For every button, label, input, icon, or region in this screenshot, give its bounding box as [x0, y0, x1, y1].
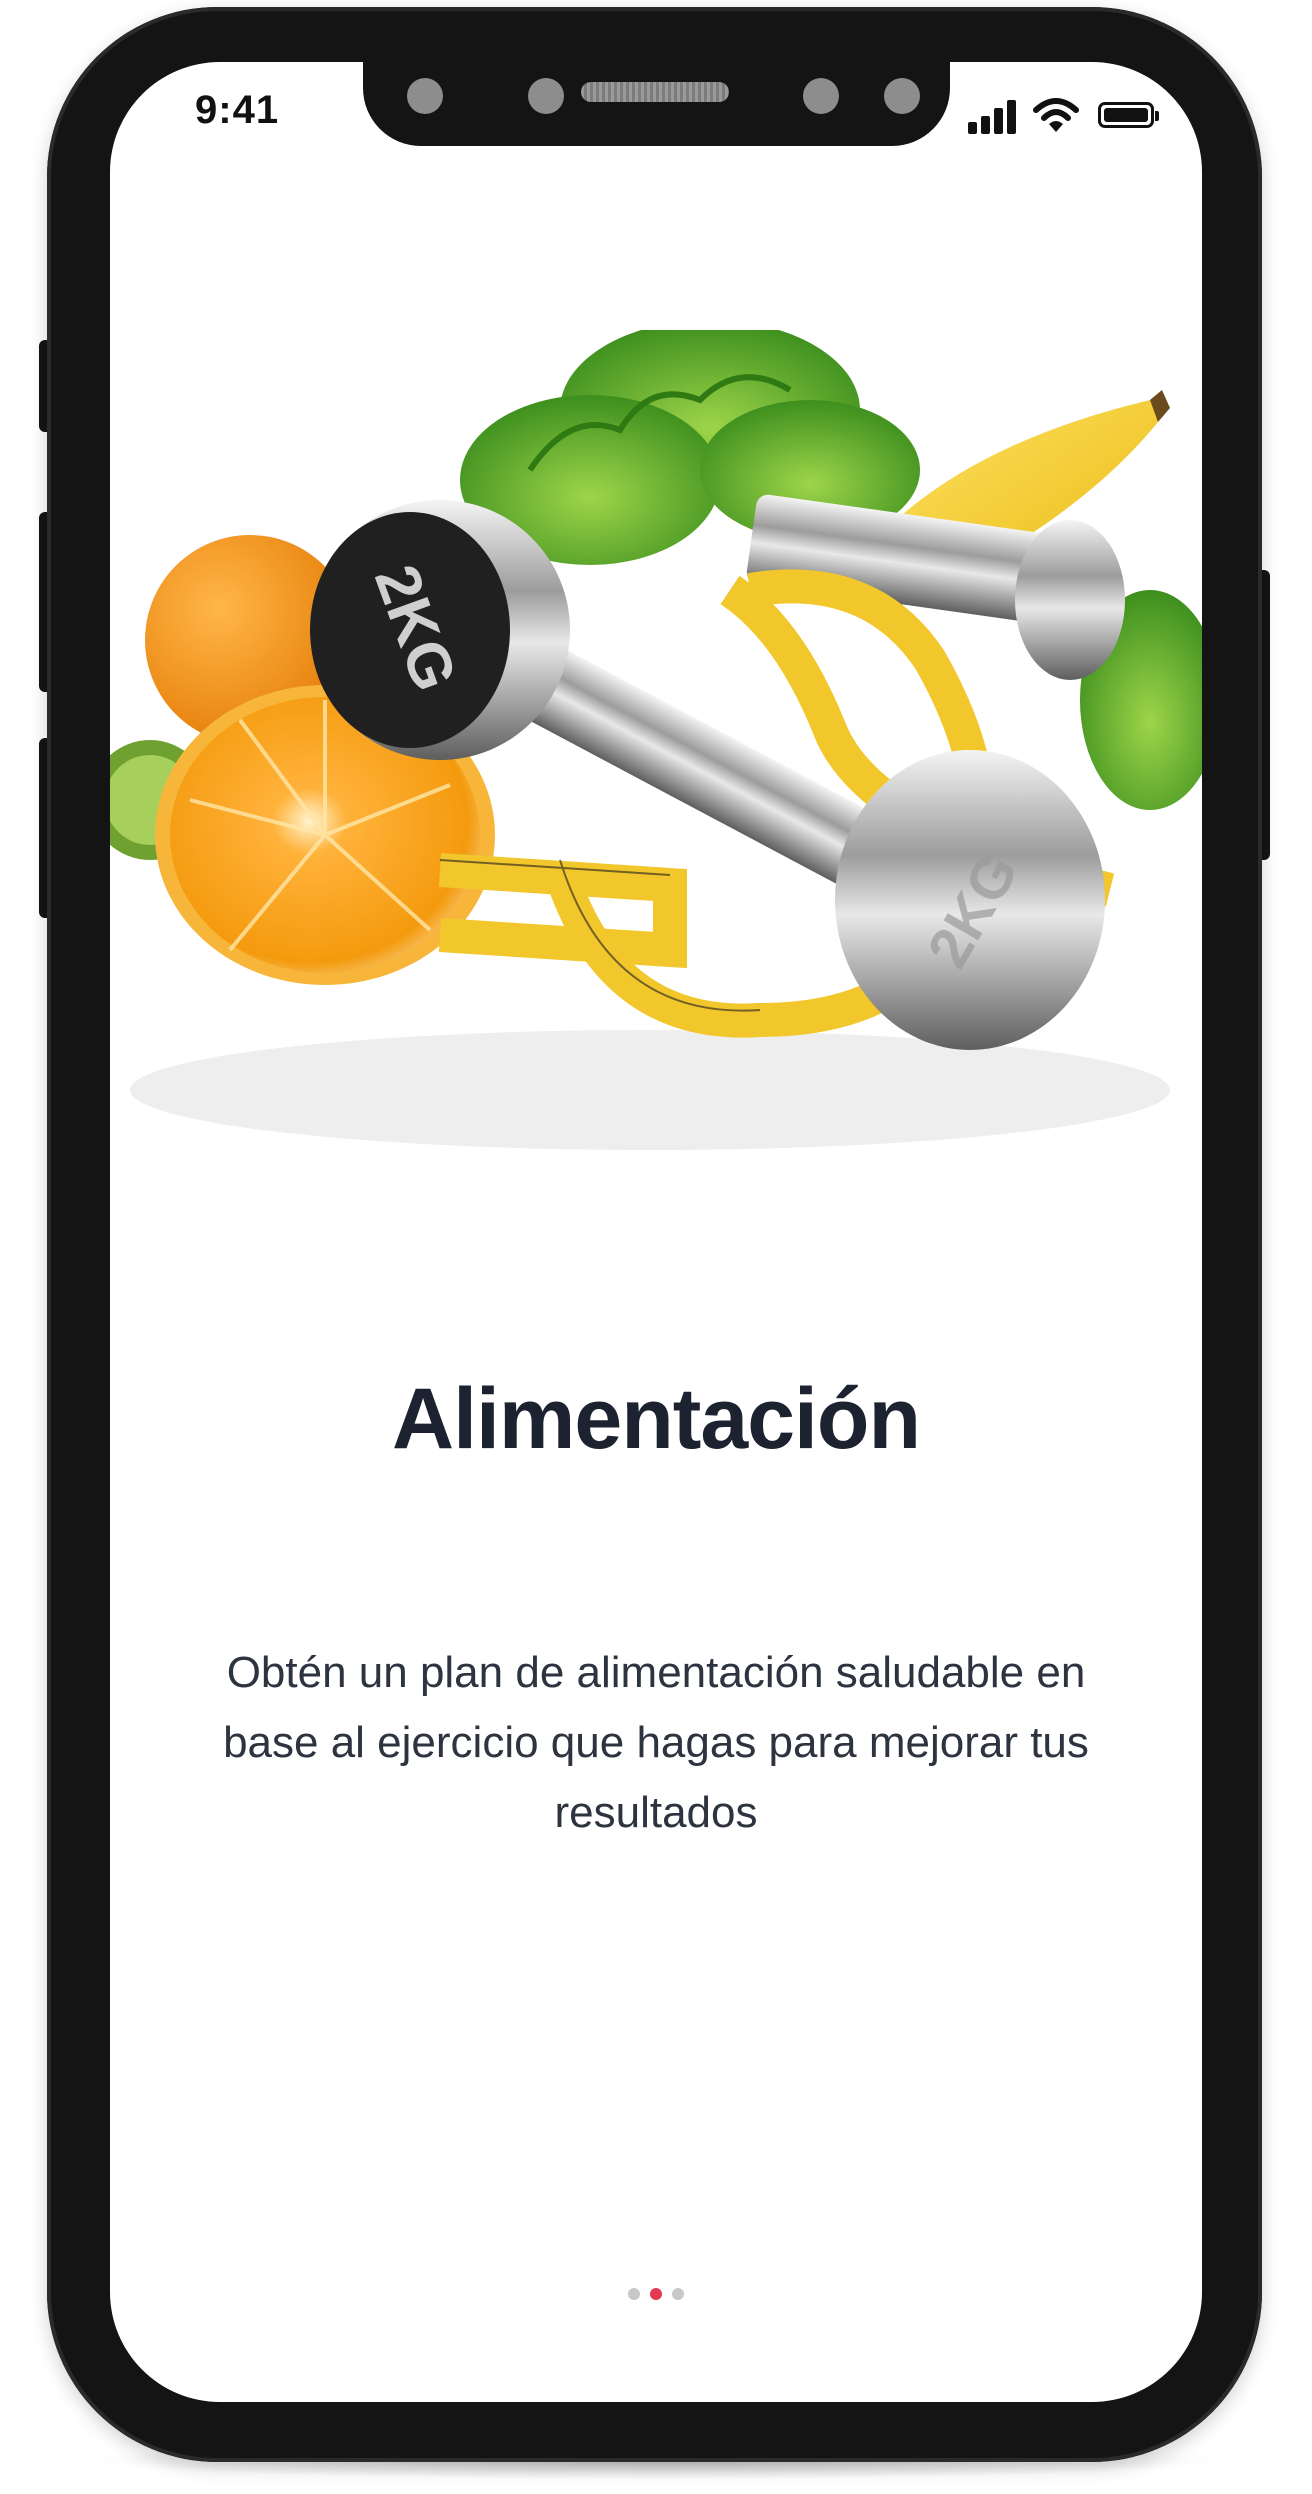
wifi-icon [1033, 98, 1079, 132]
camera-sensor [884, 78, 920, 114]
battery-icon [1098, 102, 1159, 128]
camera-sensor [803, 78, 839, 114]
hero-image: 2KG 2KG [110, 330, 1202, 1150]
status-time: 9:41 [195, 88, 280, 132]
speaker-grille [581, 82, 729, 102]
page-dot[interactable] [628, 2288, 640, 2300]
signal-icon [968, 98, 1020, 134]
page-description: Obtén un plan de alimentación saludable … [223, 1648, 1089, 1837]
page-title: Alimentación [392, 1371, 921, 1467]
camera-sensor [528, 78, 564, 114]
page-dot-active[interactable] [650, 2288, 662, 2300]
notch [363, 62, 950, 146]
page-dot[interactable] [672, 2288, 684, 2300]
camera-sensor [407, 78, 443, 114]
